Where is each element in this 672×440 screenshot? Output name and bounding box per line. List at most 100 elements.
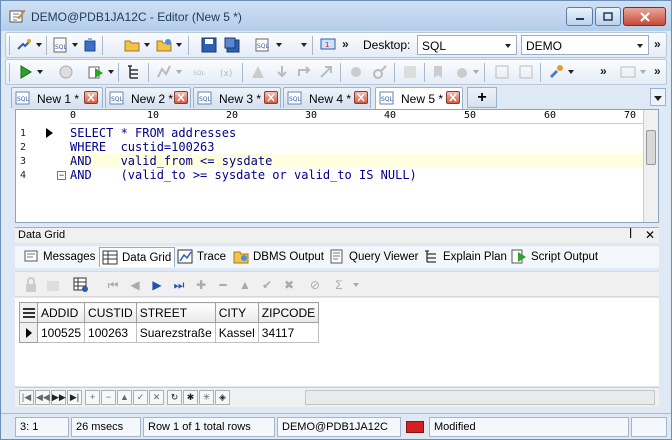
open-folder-icon[interactable] xyxy=(124,37,140,53)
toolbar-overflow-button[interactable]: » xyxy=(654,37,661,51)
tab-new-1[interactable]: SQL New 1 * xyxy=(11,87,103,108)
table-properties-icon[interactable] xyxy=(73,277,89,293)
chevron-down-icon xyxy=(505,44,511,48)
tab-new-5[interactable]: SQL New 5 * xyxy=(375,87,463,109)
pin-icon[interactable]: ꟾ xyxy=(629,228,632,241)
tab-script-output[interactable]: Script Output xyxy=(509,247,609,267)
sql-editor[interactable]: 0 10 20 30 40 50 60 70 1 2 3 4 − SELECT … xyxy=(15,109,659,223)
tab-explain-plan[interactable]: Explain Plan xyxy=(421,247,509,267)
connect-dropdown-arrow[interactable] xyxy=(36,43,42,47)
sql-dropdown-arrow[interactable] xyxy=(276,43,282,47)
grid-menu-button[interactable] xyxy=(19,302,38,323)
grid-horizontal-scrollbar[interactable] xyxy=(305,390,655,405)
close-panel-button[interactable]: ✕ xyxy=(645,228,655,242)
new-editor-dropdown-arrow[interactable] xyxy=(72,43,78,47)
nav-insert-icon: + xyxy=(85,390,100,405)
line-number: 2 xyxy=(20,142,27,153)
status-cursor-position: 3: 1 xyxy=(15,417,69,437)
table-row[interactable]: 100525 100263 Suarezstraße Kassel 34117 xyxy=(19,322,320,343)
connection-select[interactable]: DEMO xyxy=(521,35,649,55)
scrollbar-thumb[interactable] xyxy=(646,130,656,165)
recent-dropdown-arrow[interactable] xyxy=(176,43,182,47)
row-indicator[interactable] xyxy=(19,322,38,343)
tab-messages[interactable]: Messages xyxy=(21,247,101,267)
nav-bookmark-icon[interactable]: ✱ xyxy=(183,390,198,405)
line-number: 3 xyxy=(20,156,27,167)
column-header-custid[interactable]: CUSTID xyxy=(84,302,137,323)
nav-clear-bookmark-icon[interactable]: ◈ xyxy=(215,390,230,405)
table-cell[interactable]: 100525 xyxy=(36,322,86,343)
toolbar-overflow-button[interactable]: » xyxy=(600,64,607,78)
last-record-icon[interactable]: ⏭ xyxy=(171,277,187,293)
status-connection: DEMO@PDB1JA12C xyxy=(277,417,401,437)
code-line: SELECT * FROM addresses xyxy=(70,126,237,140)
execute-icon[interactable] xyxy=(18,64,34,80)
tab-trace[interactable]: Trace xyxy=(175,247,231,267)
tools-dropdown-arrow[interactable] xyxy=(568,70,574,74)
table-cell[interactable]: 100263 xyxy=(84,322,137,343)
editor-vertical-scrollbar[interactable] xyxy=(643,110,658,222)
close-tab-button[interactable] xyxy=(354,91,368,104)
tab-data-grid[interactable]: Data Grid xyxy=(99,247,175,267)
script-dropdown-arrow[interactable] xyxy=(108,70,114,74)
ruler-label: 40 xyxy=(384,110,397,121)
tab-new-2[interactable]: SQL New 2 * xyxy=(105,87,191,108)
maximize-button[interactable] xyxy=(595,7,621,26)
post-edit-icon: ✔ xyxy=(261,278,273,292)
toolbar-overflow-button[interactable]: » xyxy=(654,64,661,78)
nav-next-icon[interactable]: ▶▶ xyxy=(51,390,66,405)
tab-list-button[interactable] xyxy=(650,88,666,106)
fold-toggle-icon[interactable]: − xyxy=(57,171,66,180)
window-title: DEMO@PDB1JA12C - Editor (New 5 *) xyxy=(31,10,242,24)
result-grid[interactable]: ADDID CUSTID STREET CITY ZIPCODE 100525 … xyxy=(19,302,320,343)
panel-title: Data Grid xyxy=(18,229,66,241)
toolbar-dropdown-arrow[interactable] xyxy=(301,43,307,47)
toolbar-overflow-button[interactable]: » xyxy=(342,37,349,51)
column-header-city[interactable]: CITY xyxy=(214,302,259,323)
column-header-addid[interactable]: ADDID xyxy=(36,302,86,323)
result-tabs: Messages Data Grid Trace DBMS Output Que… xyxy=(15,246,659,268)
nav-prev-icon: ◀◀ xyxy=(35,390,50,405)
monitor-icon[interactable]: 1 xyxy=(320,37,336,53)
table-cell[interactable]: 34117 xyxy=(257,322,320,343)
nav-refresh-icon[interactable]: ↻ xyxy=(167,390,182,405)
new-object-icon[interactable] xyxy=(82,37,98,53)
step-over-icon xyxy=(298,66,311,76)
close-icon xyxy=(639,11,650,22)
close-window-button[interactable] xyxy=(623,7,666,26)
execute-dropdown-arrow[interactable] xyxy=(37,70,43,74)
tab-new-4[interactable]: SQL New 4 * xyxy=(283,87,371,108)
execute-script-icon[interactable] xyxy=(88,64,104,80)
tab-new-3[interactable]: SQL New 3 * xyxy=(193,87,281,108)
tools-icon[interactable] xyxy=(548,64,564,80)
connect-icon[interactable] xyxy=(16,37,32,53)
open-dropdown-arrow[interactable] xyxy=(144,43,150,47)
tab-label: Trace xyxy=(197,251,226,263)
open-recent-icon[interactable] xyxy=(156,37,172,53)
save-icon[interactable] xyxy=(201,37,217,53)
query-viewer-icon xyxy=(330,249,343,264)
sql-history-icon[interactable]: SQL xyxy=(254,37,270,53)
close-tab-button[interactable] xyxy=(446,91,460,104)
new-sql-editor-icon[interactable]: SQL xyxy=(52,37,68,53)
tab-dbms-output[interactable]: DBMS Output xyxy=(231,247,325,267)
next-record-icon[interactable]: ▶ xyxy=(149,277,165,293)
table-cell[interactable]: Suarezstraße xyxy=(135,322,216,343)
close-tab-button[interactable] xyxy=(84,91,98,104)
desktop-select[interactable]: SQL xyxy=(417,35,517,55)
nav-cancel-icon: ✕ xyxy=(149,390,164,405)
close-tab-button[interactable] xyxy=(264,91,278,104)
add-tab-button[interactable]: + xyxy=(467,87,497,108)
chevron-down-icon xyxy=(654,96,662,101)
table-cell[interactable]: Kassel xyxy=(214,322,259,343)
column-header-street[interactable]: STREET xyxy=(135,302,216,323)
grid-menu-icon xyxy=(22,307,35,318)
tab-label: New 2 * xyxy=(131,92,174,106)
save-all-icon[interactable] xyxy=(224,37,240,53)
column-header-zipcode[interactable]: ZIPCODE xyxy=(257,302,320,323)
tab-query-viewer[interactable]: Query Viewer xyxy=(327,247,421,267)
minimize-button[interactable] xyxy=(566,7,593,26)
explain-plan-icon[interactable] xyxy=(126,64,142,80)
nav-last-icon[interactable]: ▶| xyxy=(67,390,82,405)
close-tab-button[interactable] xyxy=(174,91,188,104)
